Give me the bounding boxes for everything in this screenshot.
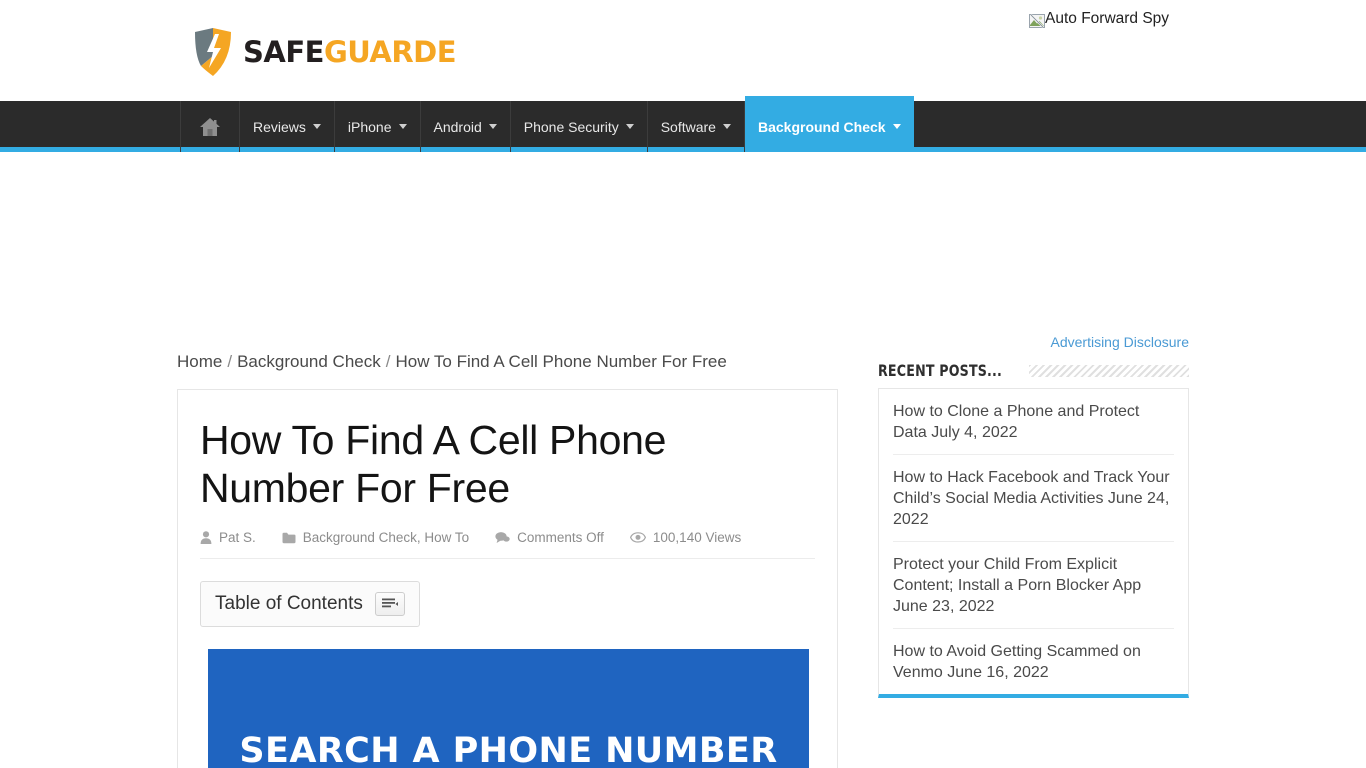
banner-title: SEARCH A PHONE NUMBER: [239, 731, 778, 768]
recent-posts-widget-header: Recent Posts...: [878, 361, 1189, 380]
nav-item-android[interactable]: Android: [421, 101, 511, 152]
advertising-disclosure-link[interactable]: Advertising Disclosure: [878, 334, 1190, 350]
breadcrumb: Home / Background Check / How To Find A Cell…: [177, 352, 727, 372]
chevron-down-icon: [892, 124, 901, 129]
meta-author[interactable]: Pat S.: [200, 530, 256, 545]
post-date: July 4, 2022: [931, 424, 1018, 441]
chevron-down-icon: [625, 124, 634, 129]
post-title: Protect your Child From Explicit Content…: [893, 556, 1142, 594]
phone-search-banner-ad[interactable]: SEARCH A PHONE NUMBER SEARCH Kiwi: [208, 649, 809, 768]
logo-text-guarde: GUARDE: [323, 35, 457, 69]
nav-item-label: Background Check: [757, 118, 886, 135]
shield-logo-icon: [191, 26, 235, 78]
folder-icon: [282, 532, 296, 544]
user-icon: [200, 531, 212, 544]
nav-item-label: Phone Security: [523, 118, 619, 135]
logo-text-safe: SAFE: [243, 35, 324, 69]
nav-item-label: Software: [660, 118, 716, 135]
site-header: SAFEGUARDE Auto Forward Spy: [0, 0, 1366, 101]
list-item[interactable]: How to Hack Facebook and Track Your Chil…: [893, 455, 1174, 542]
hatch-decoration: [1028, 364, 1189, 377]
breadcrumb-current: How To Find A Cell Phone Number For Free: [395, 352, 727, 371]
article-meta: Pat S. Background Check, How To Comments…: [200, 530, 815, 559]
table-of-contents-label: Table of Contents: [215, 593, 363, 614]
chevron-down-icon: [722, 124, 731, 129]
meta-comments-label: Comments Off: [517, 530, 604, 545]
list-item[interactable]: Protect your Child From Explicit Content…: [893, 542, 1174, 629]
nav-item-iphone[interactable]: iPhone: [335, 101, 421, 152]
meta-categories-label[interactable]: Background Check, How To: [303, 530, 469, 545]
list-toggle-icon[interactable]: [374, 592, 405, 616]
page-title: How To Find A Cell Phone Number For Free: [200, 417, 667, 511]
home-icon: [199, 117, 221, 137]
nav-item-phone-security[interactable]: Phone Security: [511, 101, 648, 152]
chevron-down-icon: [312, 124, 321, 129]
chevron-down-icon: [398, 124, 407, 129]
logo-text: SAFEGUARDE: [243, 35, 457, 69]
table-of-contents-box[interactable]: Table of Contents: [200, 581, 420, 627]
header-ad-alt-text: Auto Forward Spy: [1045, 10, 1170, 27]
sidebar: Advertising Disclosure Recent Posts... H…: [878, 334, 1189, 698]
meta-author-label[interactable]: Pat S.: [219, 530, 256, 545]
nav-item-software[interactable]: Software: [648, 101, 745, 152]
widget-title: Recent Posts...: [878, 361, 1003, 380]
meta-categories[interactable]: Background Check, How To: [282, 530, 469, 545]
list-item[interactable]: How to Clone a Phone and Protect Data Ju…: [893, 389, 1174, 455]
meta-views: 100,140 Views: [629, 530, 742, 545]
site-logo[interactable]: SAFEGUARDE: [191, 26, 457, 78]
nav-item-label: iPhone: [347, 118, 392, 135]
nav-item-label: Reviews: [253, 118, 306, 135]
post-date: June 16, 2022: [947, 664, 1049, 681]
breadcrumb-home[interactable]: Home: [177, 352, 222, 371]
nav-item-background-check[interactable]: Background Check: [744, 96, 914, 152]
eye-icon: [629, 532, 646, 543]
list-item[interactable]: How to Avoid Getting Scammed on Venmo Ju…: [893, 629, 1174, 694]
nav-item-home[interactable]: [180, 101, 240, 152]
article-card: How To Find A Cell Phone Number For Free…: [177, 389, 838, 768]
header-advertisement[interactable]: Auto Forward Spy: [1029, 10, 1169, 29]
meta-views-label: 100,140 Views: [652, 530, 742, 545]
breadcrumb-separator: /: [227, 352, 233, 371]
broken-image-icon: [1029, 13, 1045, 29]
recent-posts-list: How to Clone a Phone and Protect Data Ju…: [878, 388, 1189, 698]
breadcrumb-separator: /: [385, 352, 391, 371]
chevron-down-icon: [488, 124, 497, 129]
post-date: June 23, 2022: [893, 598, 995, 615]
breadcrumb-category[interactable]: Background Check: [237, 352, 381, 371]
nav-item-reviews[interactable]: Reviews: [240, 101, 335, 152]
nav-item-label: Android: [433, 118, 482, 135]
meta-comments: Comments Off: [495, 530, 604, 545]
main-navigation: Reviews iPhone Android Phone Security So…: [0, 96, 1366, 152]
comment-icon: [495, 531, 510, 544]
nav-items-container: Reviews iPhone Android Phone Security So…: [180, 96, 914, 152]
